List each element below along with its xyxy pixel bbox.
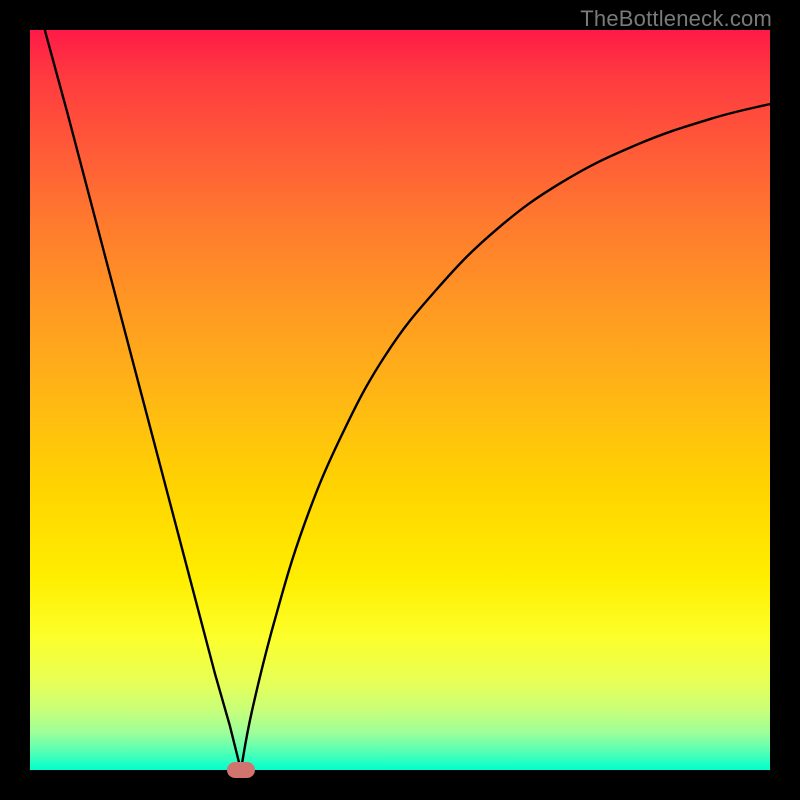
right-branch-curve (241, 104, 770, 770)
chart-container: TheBottleneck.com (0, 0, 800, 800)
vertex-marker (227, 762, 255, 778)
curve-layer (30, 30, 770, 770)
left-branch-curve (45, 30, 241, 770)
plot-area (30, 30, 770, 770)
watermark-text: TheBottleneck.com (580, 6, 772, 32)
